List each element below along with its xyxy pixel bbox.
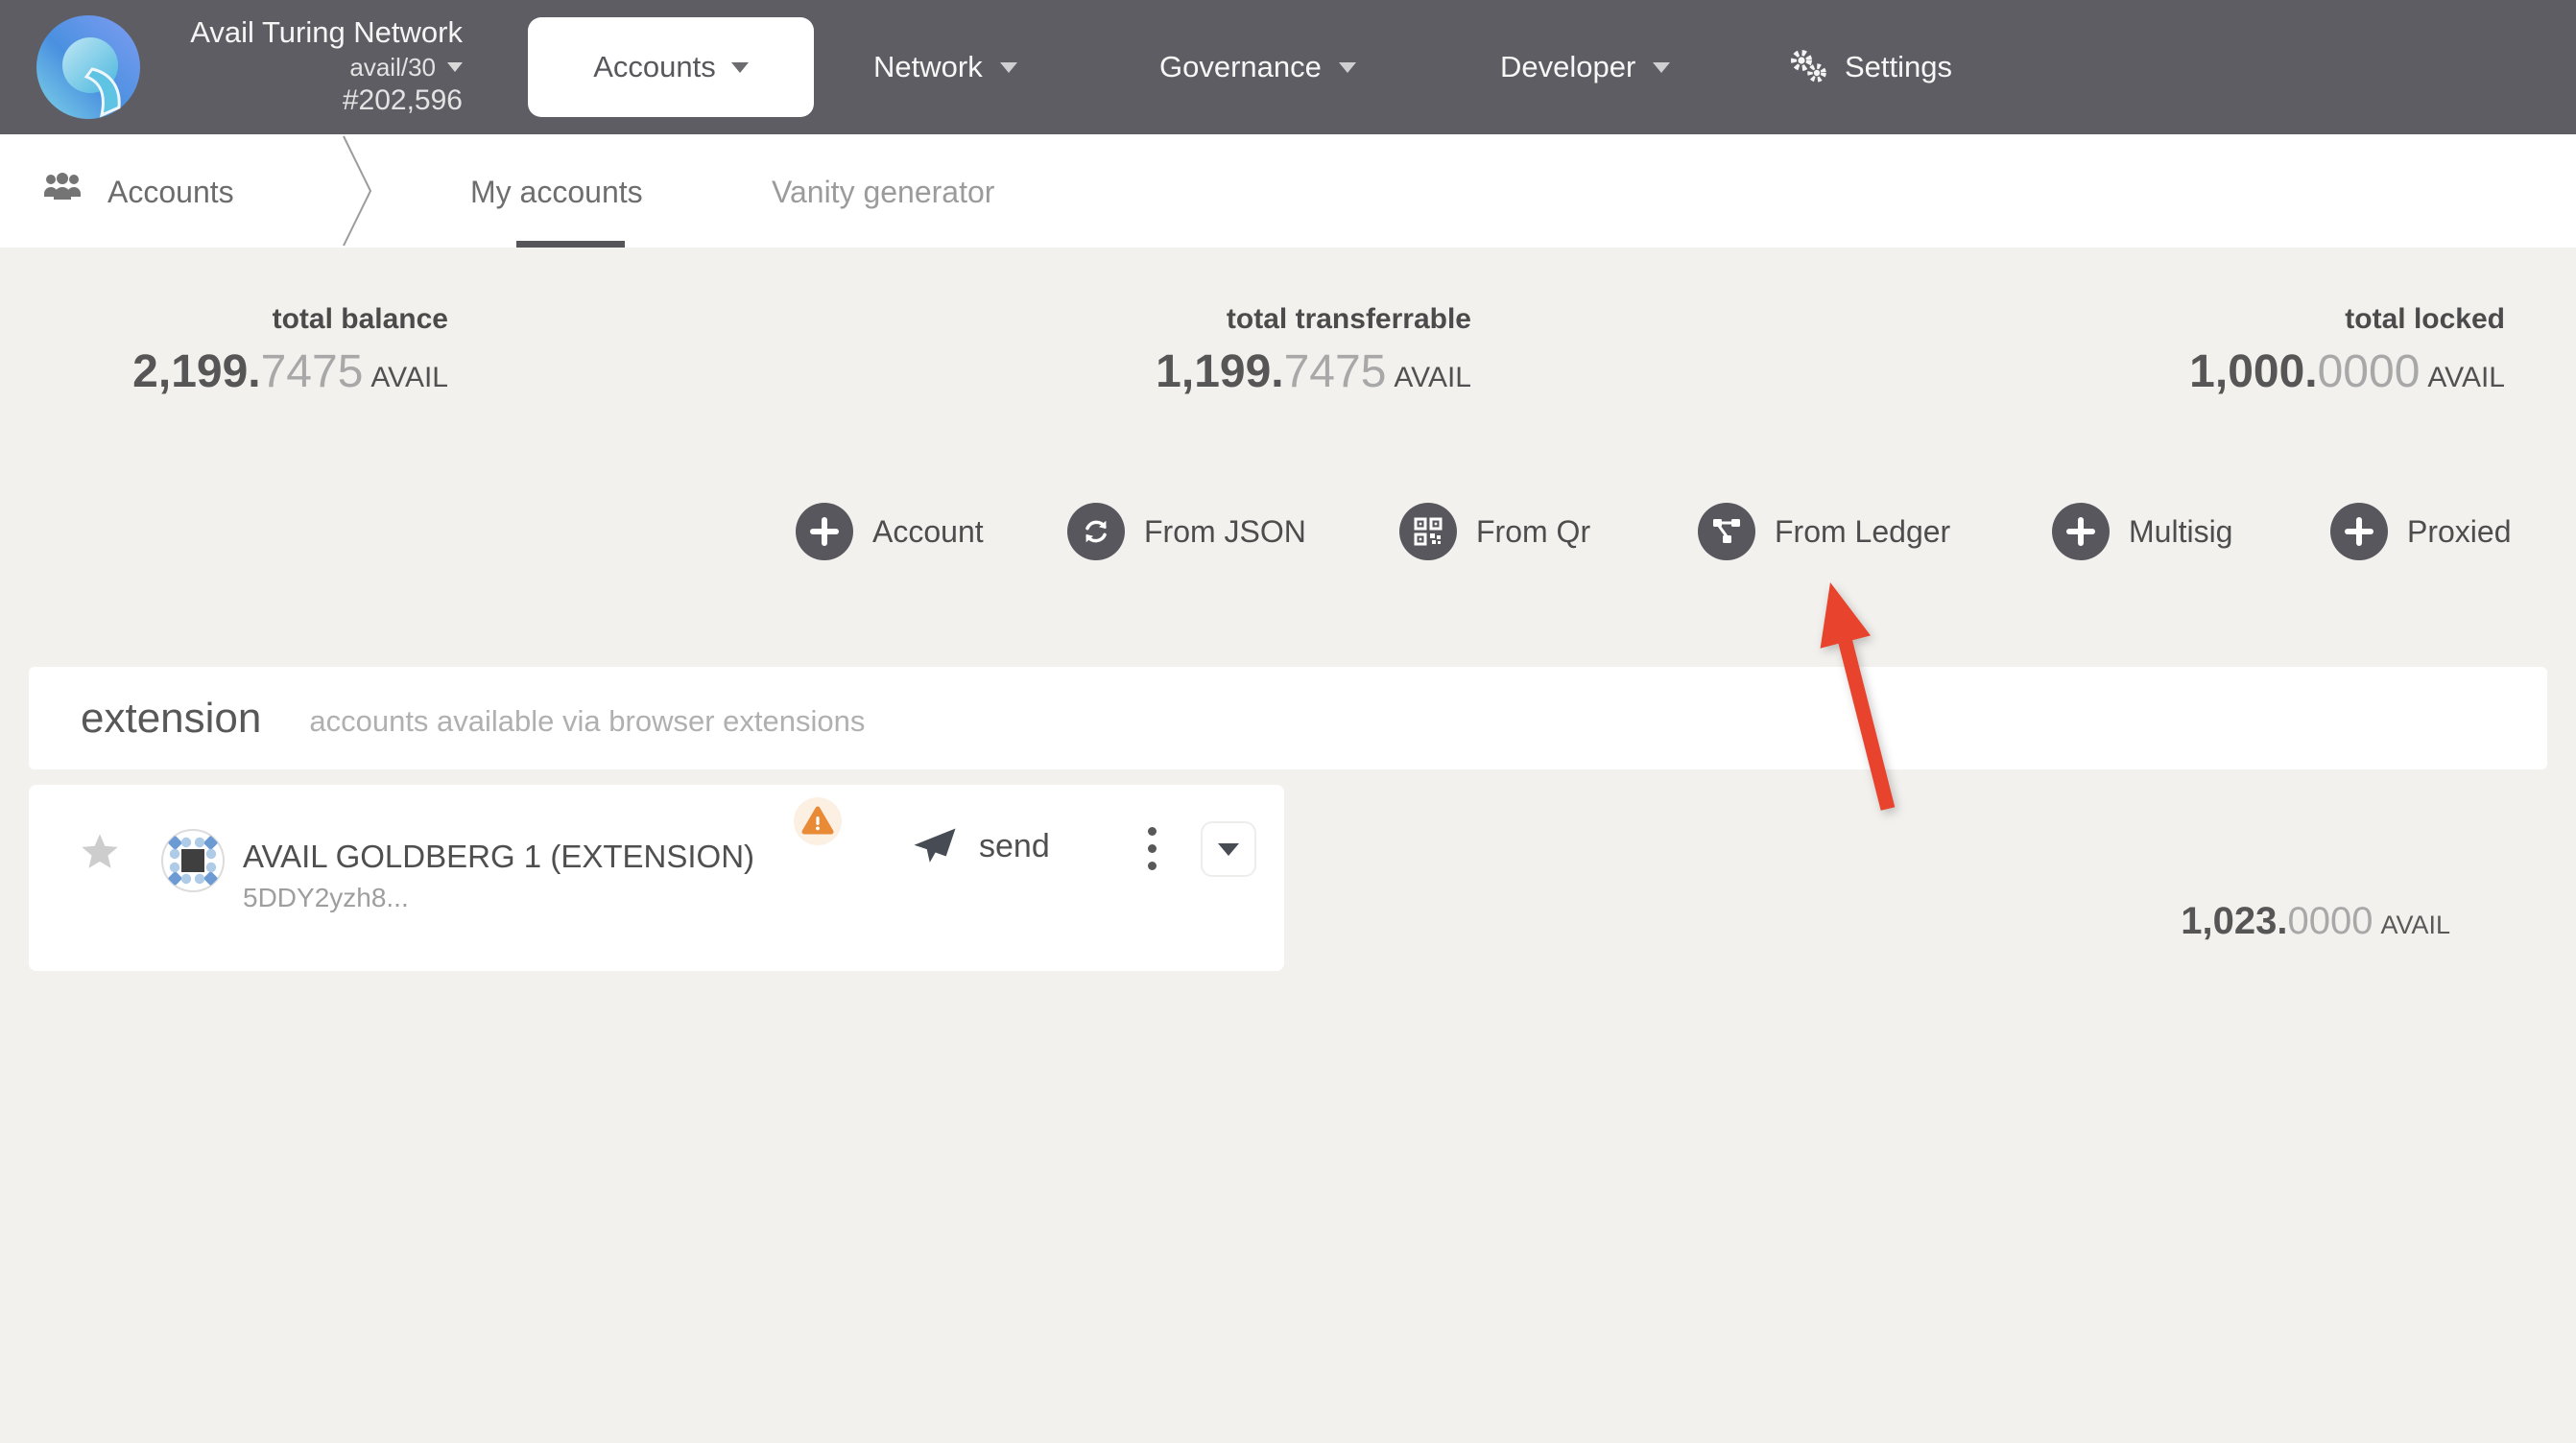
chain-spec: avail/30: [349, 53, 436, 82]
nav-item-accounts[interactable]: Accounts: [528, 17, 814, 117]
chevron-down-icon: [447, 62, 463, 72]
chevron-down-icon: [999, 61, 1017, 73]
nav-item-label: Governance: [1159, 50, 1322, 83]
tab-my-accounts[interactable]: My accounts: [470, 175, 643, 210]
nav-item-network[interactable]: Network: [873, 0, 1017, 134]
summary-label: total balance: [272, 303, 448, 335]
sync-icon: [1085, 520, 1107, 543]
avail-logo-icon[interactable]: [35, 13, 142, 121]
warning-triangle-icon: [801, 806, 834, 835]
paper-plane-icon: [914, 828, 956, 863]
section-title: extension: [81, 694, 262, 742]
nav-item-settings[interactable]: Settings: [1787, 0, 1952, 134]
chevron-down-icon: [1218, 842, 1239, 856]
add-account-button[interactable]: Account: [796, 503, 984, 560]
top-header: Avail Turing Network avail/30 #202,596 A…: [0, 0, 2576, 134]
breadcrumb: Accounts: [107, 175, 234, 209]
account-identicon[interactable]: [161, 829, 225, 892]
add-proxied-button[interactable]: Proxied: [2330, 503, 2512, 560]
summary-total-balance: total balance 2,199.7475 AVAIL: [132, 303, 448, 398]
expand-row-button[interactable]: [1201, 821, 1256, 877]
chevron-down-icon: [1338, 61, 1356, 73]
summary-total-transferrable: total transferrable 1,199.7475 AVAIL: [1156, 303, 1471, 398]
qr-icon: [1414, 517, 1443, 546]
gear-icon: [1791, 50, 1826, 83]
row-menu-button[interactable]: [1146, 825, 1158, 872]
chevron-down-icon: [1653, 61, 1671, 73]
network-selector[interactable]: Avail Turing Network avail/30 #202,596: [144, 14, 463, 118]
favorite-star-icon[interactable]: [79, 831, 121, 873]
subnav-bar: Accounts My accounts Vanity generator: [0, 134, 2576, 248]
breadcrumb-separator: [343, 135, 372, 247]
block-number: #202,596: [342, 84, 463, 116]
summary-label: total transferrable: [1226, 303, 1471, 335]
warning-badge: [794, 797, 842, 845]
ledger-icon: [1713, 519, 1740, 543]
network-name: Avail Turing Network: [190, 15, 463, 49]
account-address: 5DDY2yzh8...: [243, 883, 409, 912]
plus-icon: [2345, 517, 2373, 546]
summary-value: 1,000.0000 AVAIL: [2189, 346, 2505, 397]
chevron-down-icon: [730, 61, 749, 73]
extension-section-header: extension accounts available via browser…: [29, 667, 2547, 769]
nav-item-governance[interactable]: Governance: [1159, 0, 1356, 134]
section-subtitle: accounts available via browser extension…: [309, 703, 866, 738]
add-from-qr-button[interactable]: From Qr: [1399, 503, 1590, 560]
nav-item-label: Developer: [1500, 50, 1636, 83]
tab-vanity-generator[interactable]: Vanity generator: [772, 175, 994, 210]
plus-icon: [810, 517, 839, 546]
summary-value: 1,199.7475 AVAIL: [1156, 346, 1471, 397]
nav-item-label: Accounts: [593, 50, 716, 83]
add-multisig-button[interactable]: Multisig: [2052, 503, 2232, 560]
add-from-ledger-button[interactable]: From Ledger: [1698, 503, 1950, 560]
account-balance: 1,023.0000 AVAIL: [2181, 900, 2450, 942]
active-tab-underline: [516, 241, 625, 248]
restore-from-json-button[interactable]: From JSON: [1067, 503, 1306, 560]
summary-value: 2,199.7475 AVAIL: [132, 346, 448, 397]
users-icon: [44, 173, 81, 200]
summary-total-locked: total locked 1,000.0000 AVAIL: [2189, 303, 2505, 398]
nav-item-developer[interactable]: Developer: [1500, 0, 1671, 134]
nav-item-label: Network: [873, 50, 983, 83]
account-name: AVAIL GOLDBERG 1 (EXTENSION): [243, 839, 755, 874]
nav-item-label: Settings: [1845, 50, 1953, 83]
send-button[interactable]: send: [914, 827, 1050, 865]
page: Avail Turing Network avail/30 #202,596 A…: [0, 0, 2576, 1443]
summary-label: total locked: [2345, 303, 2505, 335]
plus-icon: [2066, 517, 2095, 546]
